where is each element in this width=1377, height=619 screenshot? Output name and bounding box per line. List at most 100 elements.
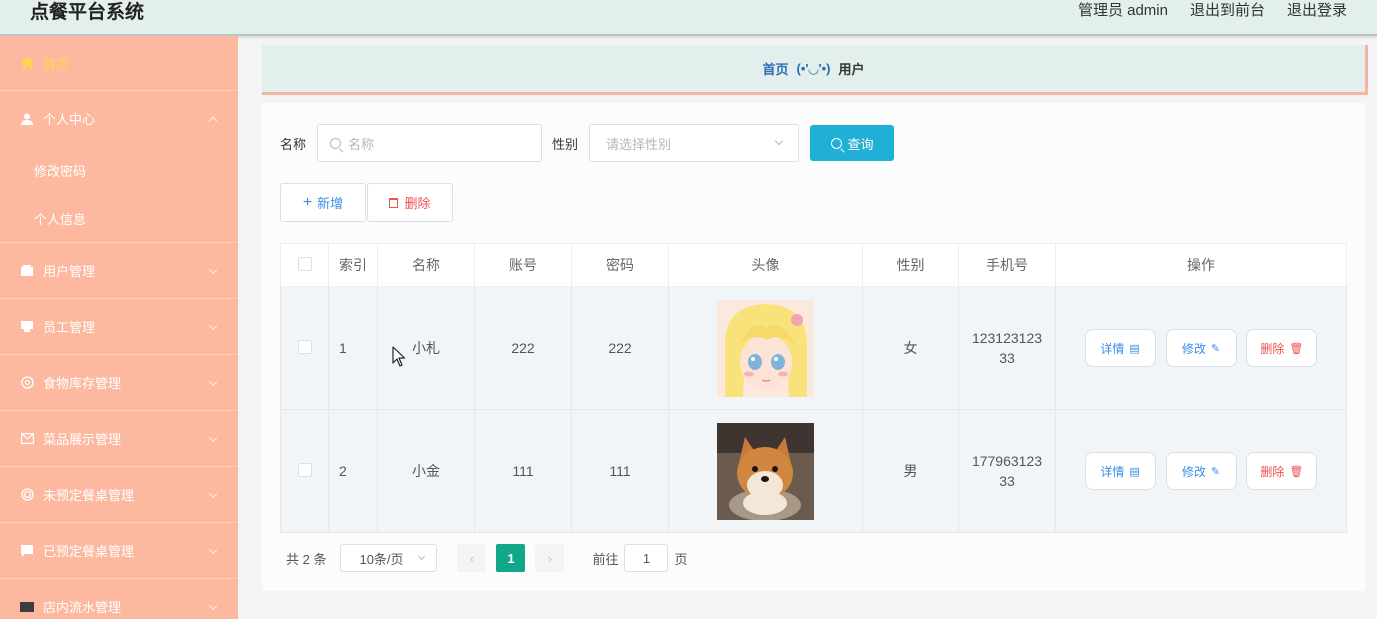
gender-placeholder: 请选择性别 [606, 136, 672, 152]
batch-delete-button[interactable]: 删除 [367, 183, 453, 222]
column-header: 索引 [328, 243, 378, 287]
chevron-down-icon [208, 321, 218, 330]
detail-button[interactable]: 详情 ▤ [1084, 329, 1156, 367]
home-icon [20, 56, 34, 70]
phone-cell: 123123123 33 [958, 286, 1056, 410]
sidebar-item-label: 未预定餐桌管理 [43, 488, 135, 503]
edit-button[interactable]: 修改 ✎ [1165, 452, 1237, 490]
column-header: 头像 [668, 243, 863, 287]
delete-button[interactable]: 删除 🗑 [1246, 329, 1318, 367]
column-header: 操作 [1055, 243, 1347, 287]
password-cell: 111 [571, 409, 669, 533]
page-size-value: 10条/页 [359, 551, 404, 567]
gender-label: 性别 [552, 136, 579, 152]
row-checkbox-cell [280, 286, 329, 410]
total-count: 共 2 条 [286, 551, 327, 567]
chevron-down-icon [208, 377, 218, 386]
sidebar-item-user-management[interactable]: 用户管理 [0, 242, 238, 298]
operations-cell: 详情 ▤ 修改 ✎ 删除 🗑 [1055, 286, 1347, 410]
sidebar-item-label: 店内流水管理 [43, 600, 122, 615]
operations-cell: 详情 ▤ 修改 ✎ 删除 🗑 [1055, 409, 1347, 533]
sidebar-item-reserved-tables[interactable]: 已预定餐桌管理 [0, 522, 238, 578]
sidebar-subitem-personal-info[interactable]: 个人信息 [0, 194, 238, 242]
mouse-cursor-icon [392, 346, 406, 367]
row-checkbox[interactable] [297, 339, 312, 354]
sidebar-subitem-change-password[interactable]: 修改密码 [0, 146, 238, 194]
pencil-icon: ✎ [1210, 465, 1221, 478]
name-placeholder: 名称 [348, 136, 375, 152]
user-table: 索引 名称 账号 密码 头像 性别 手机号 操作 1 小札 222 222 女 … [280, 243, 1347, 533]
page-number-button[interactable]: 1 [496, 544, 526, 572]
delete-label: 删除 [1260, 464, 1285, 479]
phone-line: 177963123 [971, 453, 1043, 469]
sidebar-item-label: 菜品展示管理 [43, 432, 122, 447]
goto-label: 前往 [592, 551, 619, 567]
delete-button[interactable]: 删除 🗑 [1246, 452, 1318, 490]
sidebar-item-food-inventory[interactable]: 食物库存管理 [0, 354, 238, 410]
delete-label: 删除 [1260, 341, 1285, 356]
mail-icon [20, 432, 34, 446]
trash-icon [389, 197, 399, 208]
main-panel: 名称 名称 性别 请选择性别 查询 + 新增 删除 索引 名称 账号 密码 头像… [262, 103, 1365, 591]
add-button[interactable]: + 新增 [280, 183, 366, 222]
column-header: 手机号 [958, 243, 1056, 287]
sidebar-item-label: 已预定餐桌管理 [43, 544, 135, 559]
gender-select[interactable]: 请选择性别 [589, 124, 800, 162]
select-all-cell [280, 243, 329, 287]
account-cell: 111 [474, 409, 572, 533]
sidebar-item-dish-display[interactable]: 菜品展示管理 [0, 410, 238, 466]
name-search-input[interactable]: 名称 [317, 124, 543, 162]
table-header-row: 索引 名称 账号 密码 头像 性别 手机号 操作 [280, 243, 1347, 287]
anime-girl-avatar[interactable] [717, 299, 814, 397]
app-title: 点餐平台系统 [30, 2, 145, 23]
breadcrumb-separator: (•'◡'•) [796, 60, 831, 76]
trash-icon: 🗑 [1289, 342, 1304, 355]
row-checkbox[interactable] [297, 462, 312, 477]
select-all-checkbox[interactable] [297, 256, 312, 271]
shiba-dog-avatar[interactable] [717, 422, 814, 520]
phone-cell: 177963123 33 [958, 409, 1056, 533]
next-page-button[interactable]: › [535, 544, 565, 572]
page-size-select[interactable]: 10条/页 [340, 544, 438, 572]
sidebar-item-unreserved-tables[interactable]: 未预定餐桌管理 [0, 466, 238, 522]
sidebar-item-home[interactable]: 首页 [0, 36, 238, 90]
logout-link[interactable]: 退出登录 [1287, 0, 1347, 20]
breadcrumb-home[interactable]: 首页 [763, 59, 789, 78]
folder-icon [20, 320, 34, 334]
row-checkbox-cell [280, 409, 329, 533]
sidebar-item-personal-center[interactable]: 个人中心 [0, 90, 238, 146]
phone-line: 33 [999, 473, 1015, 489]
sidebar-item-staff-management[interactable]: 员工管理 [0, 298, 238, 354]
prev-page-button[interactable]: ‹ [457, 544, 487, 572]
add-button-label: 新增 [317, 196, 344, 211]
sidebar-item-label: 首页 [43, 56, 70, 72]
document-icon: ▤ [1129, 465, 1140, 478]
detail-label: 详情 [1100, 341, 1125, 356]
column-header: 名称 [377, 243, 475, 287]
target-icon [20, 488, 34, 502]
chevron-down-icon [774, 136, 784, 146]
query-button[interactable]: 查询 [810, 125, 895, 161]
sidebar-item-label: 食物库存管理 [43, 376, 122, 391]
detail-label: 详情 [1100, 464, 1125, 479]
detail-button[interactable]: 详情 ▤ [1084, 452, 1156, 490]
goto-page-input[interactable]: 1 [624, 544, 669, 572]
pagination: 共 2 条 10条/页 ‹ 1 › 前往 1 页 [286, 544, 688, 572]
edit-button[interactable]: 修改 ✎ [1165, 329, 1237, 367]
sidebar-item-store-transactions[interactable]: 店内流水管理 [0, 578, 238, 619]
column-header: 性别 [862, 243, 959, 287]
sidebar-item-label: 员工管理 [43, 320, 96, 335]
delete-button-label: 删除 [404, 196, 431, 211]
back-to-frontend-link[interactable]: 退出到前台 [1190, 0, 1265, 20]
gender-cell: 男 [862, 409, 959, 533]
name-cell: 小金 [377, 409, 475, 533]
breadcrumb-current: 用户 [838, 62, 865, 77]
query-button-label: 查询 [847, 136, 874, 152]
chevron-down-icon [418, 552, 426, 561]
chevron-down-icon [208, 433, 218, 442]
chevron-down-icon [208, 265, 218, 274]
name-label: 名称 [280, 136, 307, 152]
password-cell: 222 [571, 286, 669, 410]
header-links: 管理员 admin 退出到前台 退出登录 [1078, 0, 1347, 20]
admin-user-link[interactable]: 管理员 admin [1078, 0, 1168, 20]
